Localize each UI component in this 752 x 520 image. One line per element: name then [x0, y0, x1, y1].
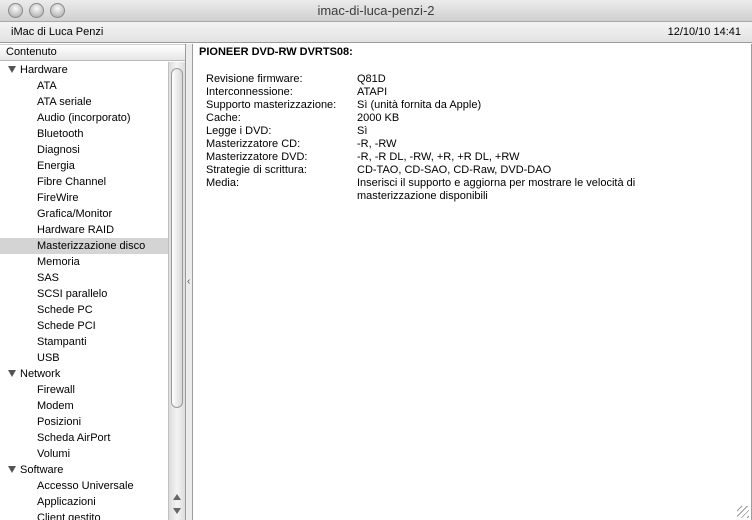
- sidebar-item[interactable]: Firewall: [0, 382, 168, 398]
- property-value: 2000 KB: [357, 112, 400, 124]
- sidebar-item[interactable]: ATA: [0, 78, 168, 94]
- property-key: Interconnessione:: [206, 86, 293, 98]
- report-datetime: 12/10/10 14:41: [667, 26, 741, 38]
- device-title: PIONEER DVD-RW DVRTS08:: [199, 46, 353, 58]
- property-value: -R, -R DL, -RW, +R, +R DL, +RW: [357, 151, 520, 163]
- sidebar-item[interactable]: Accesso Universale: [0, 478, 168, 494]
- sidebar-item[interactable]: Fibre Channel: [0, 174, 168, 190]
- property-value: ATAPI: [357, 86, 388, 98]
- sidebar-item[interactable]: Client gestito: [0, 510, 168, 520]
- sidebar-scrollbar[interactable]: [168, 62, 185, 520]
- sidebar-item[interactable]: Memoria: [0, 254, 168, 270]
- property-value: Q81D: [357, 73, 386, 85]
- property-value: Sì (unità fornita da Apple): [357, 99, 482, 111]
- scroll-up-arrow-icon[interactable]: [173, 494, 181, 500]
- property-key: Supporto masterizzazione:: [206, 99, 337, 111]
- sidebar-category-label: Software: [20, 464, 64, 476]
- scroll-down-arrow-icon[interactable]: [173, 508, 181, 514]
- sidebar-item[interactable]: Energia: [0, 158, 168, 174]
- property-value: CD-TAO, CD-SAO, CD-Raw, DVD-DAO: [357, 164, 552, 176]
- sidebar-item[interactable]: Schede PC: [0, 302, 168, 318]
- contents-sidebar: Contenuto Hardware ATA ATA seriale Audio (i…: [0, 44, 186, 520]
- sidebar-item[interactable]: Masterizzazione disco: [0, 238, 168, 254]
- sidebar-item[interactable]: ATA seriale: [0, 94, 168, 110]
- property-key: Masterizzatore DVD:: [206, 151, 308, 163]
- sidebar-item[interactable]: USB: [0, 350, 168, 366]
- split-view-divider[interactable]: ‹: [186, 44, 193, 520]
- property-value: Inserisci il supporto e aggiorna per mos…: [357, 177, 636, 202]
- sidebar-item[interactable]: Scheda AirPort: [0, 430, 168, 446]
- resize-handle-icon[interactable]: [737, 506, 749, 518]
- title-bar[interactable]: imac-di-luca-penzi-2: [0, 0, 752, 22]
- sidebar-scroll-thumb[interactable]: [171, 68, 183, 408]
- disclosure-triangle-icon[interactable]: [8, 466, 16, 473]
- property-key: Revisione firmware:: [206, 73, 303, 85]
- sidebar-item[interactable]: FireWire: [0, 190, 168, 206]
- sidebar-category-label: Network: [20, 368, 61, 380]
- sidebar-item[interactable]: Posizioni: [0, 414, 168, 430]
- sidebar-item[interactable]: Volumi: [0, 446, 168, 462]
- contents-tree: Hardware ATA ATA seriale Audio (incorporato…: [0, 62, 168, 520]
- computer-name: iMac di Luca Penzi: [11, 26, 104, 38]
- divider-grip-icon: ‹: [187, 276, 191, 287]
- sidebar-category[interactable]: Hardware: [0, 62, 168, 78]
- sidebar-item[interactable]: Grafica/Monitor: [0, 206, 168, 222]
- property-key: Cache:: [206, 112, 241, 124]
- disclosure-triangle-icon[interactable]: [8, 370, 16, 377]
- sidebar-item[interactable]: Applicazioni: [0, 494, 168, 510]
- property-key: Media:: [206, 177, 240, 189]
- sidebar-item[interactable]: SCSI parallelo: [0, 286, 168, 302]
- sidebar-item[interactable]: Diagnosi: [0, 142, 168, 158]
- info-bar: iMac di Luca Penzi 12/10/10 14:41: [0, 22, 752, 43]
- sidebar-item[interactable]: Bluetooth: [0, 126, 168, 142]
- contents-column-header[interactable]: Contenuto: [0, 44, 185, 61]
- property-value: Sì: [357, 125, 368, 137]
- window-title: imac-di-luca-penzi-2: [317, 3, 435, 18]
- property-key: Legge i DVD:: [206, 125, 272, 137]
- sidebar-item[interactable]: Stampanti: [0, 334, 168, 350]
- sidebar-item[interactable]: Audio (incorporato): [0, 110, 168, 126]
- detail-pane: PIONEER DVD-RW DVRTS08: Revisione firmwa…: [194, 44, 752, 520]
- sidebar-item[interactable]: Hardware RAID: [0, 222, 168, 238]
- sidebar-item[interactable]: SAS: [0, 270, 168, 286]
- sidebar-item[interactable]: Modem: [0, 398, 168, 414]
- sidebar-item[interactable]: Schede PCI: [0, 318, 168, 334]
- property-key: Strategie di scrittura:: [206, 164, 307, 176]
- property-key: Masterizzatore CD:: [206, 138, 301, 150]
- sidebar-category-label: Hardware: [20, 64, 68, 76]
- disclosure-triangle-icon[interactable]: [8, 66, 16, 73]
- property-value: -R, -RW: [357, 138, 397, 150]
- sidebar-category[interactable]: Software: [0, 462, 168, 478]
- sidebar-category[interactable]: Network: [0, 366, 168, 382]
